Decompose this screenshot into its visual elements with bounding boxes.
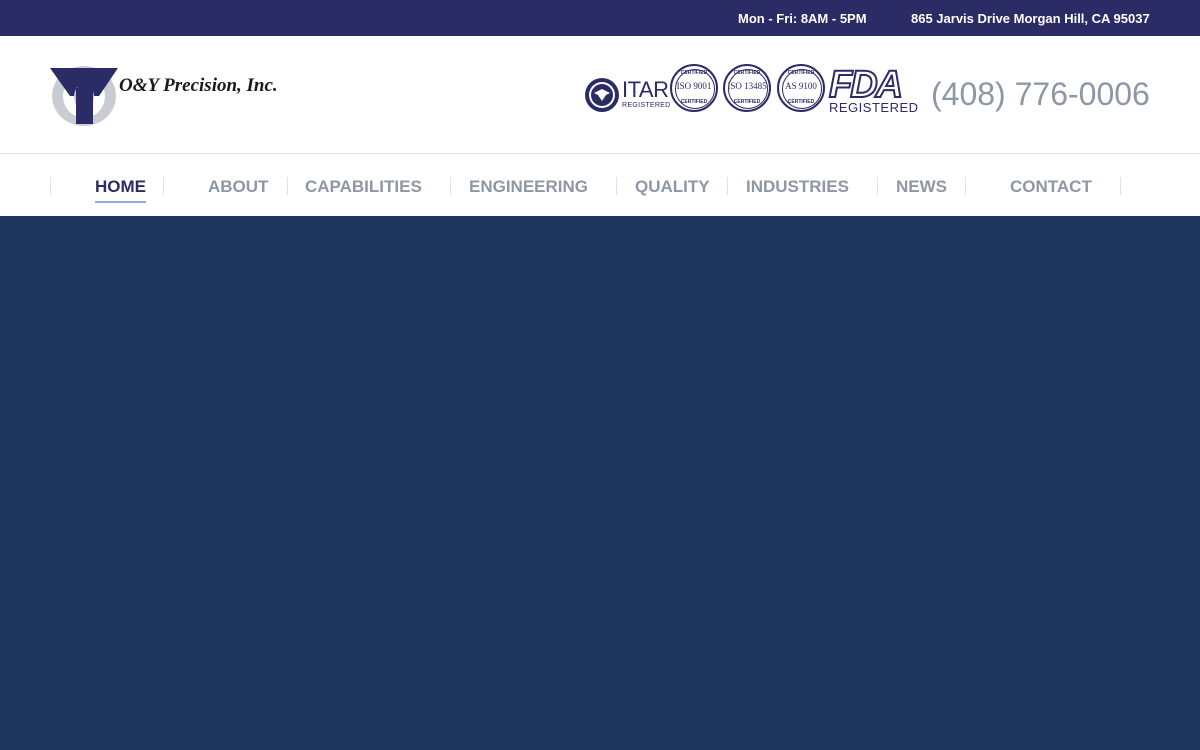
nav-separator bbox=[163, 177, 164, 195]
nav-separator bbox=[1120, 177, 1121, 195]
top-info-bar: Mon - Fri: 8AM - 5PM 865 Jarvis Drive Mo… bbox=[0, 0, 1200, 36]
badge-top-text: CERTIFIED bbox=[680, 70, 708, 76]
nav-separator bbox=[287, 177, 288, 195]
badge-label: ISO 13485 bbox=[727, 81, 767, 91]
main-navigation: HOME ABOUT CAPABILITIES ENGINEERING QUAL… bbox=[0, 155, 1200, 216]
nav-item-engineering[interactable]: ENGINEERING bbox=[469, 177, 588, 197]
badge-top-text: CERTIFIED bbox=[787, 70, 815, 76]
oy-logo-icon bbox=[50, 66, 118, 126]
fda-sub-label: REGISTERED bbox=[829, 100, 919, 115]
site-header: O&Y Precision, Inc. ITAR REGISTERED CERT… bbox=[0, 36, 1200, 154]
nav-separator bbox=[450, 177, 451, 195]
badge-label: AS 9100 bbox=[785, 81, 817, 91]
badge-bottom-text: CERTIFIED bbox=[733, 99, 761, 105]
nav-item-industries[interactable]: INDUSTRIES bbox=[746, 177, 849, 197]
phone-number-link[interactable]: (408) 776-0006 bbox=[931, 76, 1150, 113]
itar-registered-badge: ITAR REGISTERED bbox=[584, 75, 670, 115]
badge-top-text: CERTIFIED bbox=[733, 70, 761, 76]
company-address[interactable]: 865 Jarvis Drive Morgan Hill, CA 95037 bbox=[911, 11, 1150, 26]
nav-separator bbox=[50, 177, 51, 195]
badge-bottom-text: CERTIFIED bbox=[787, 99, 815, 105]
itar-seal-icon bbox=[585, 78, 619, 112]
fda-registered-badge: FDA REGISTERED bbox=[828, 63, 918, 116]
badge-label: ISO 9001 bbox=[676, 81, 712, 91]
nav-separator bbox=[965, 177, 966, 195]
business-hours: Mon - Fri: 8AM - 5PM bbox=[738, 11, 867, 26]
itar-sub-label: REGISTERED bbox=[622, 102, 671, 109]
nav-item-capabilities[interactable]: CAPABILITIES bbox=[305, 177, 422, 197]
badge-bottom-text: CERTIFIED bbox=[680, 99, 708, 105]
company-name: O&Y Precision, Inc. bbox=[119, 75, 278, 96]
nav-item-quality[interactable]: QUALITY bbox=[635, 177, 710, 197]
hero-banner bbox=[0, 216, 1200, 750]
iso-13485-badge: CERTIFIED ISO 13485 CERTIFIED bbox=[723, 64, 771, 112]
as-9100-badge: CERTIFIED AS 9100 CERTIFIED bbox=[777, 64, 825, 112]
nav-separator bbox=[877, 177, 878, 195]
nav-separator bbox=[616, 177, 617, 195]
nav-separator bbox=[727, 177, 728, 195]
company-logo[interactable]: O&Y Precision, Inc. bbox=[50, 64, 300, 128]
nav-item-about[interactable]: ABOUT bbox=[208, 177, 268, 197]
itar-label: ITAR bbox=[622, 77, 669, 102]
nav-item-contact[interactable]: CONTACT bbox=[1010, 177, 1092, 197]
nav-item-home[interactable]: HOME bbox=[95, 177, 146, 203]
iso-9001-badge: CERTIFIED ISO 9001 CERTIFIED bbox=[670, 64, 718, 112]
nav-item-news[interactable]: NEWS bbox=[896, 177, 947, 197]
